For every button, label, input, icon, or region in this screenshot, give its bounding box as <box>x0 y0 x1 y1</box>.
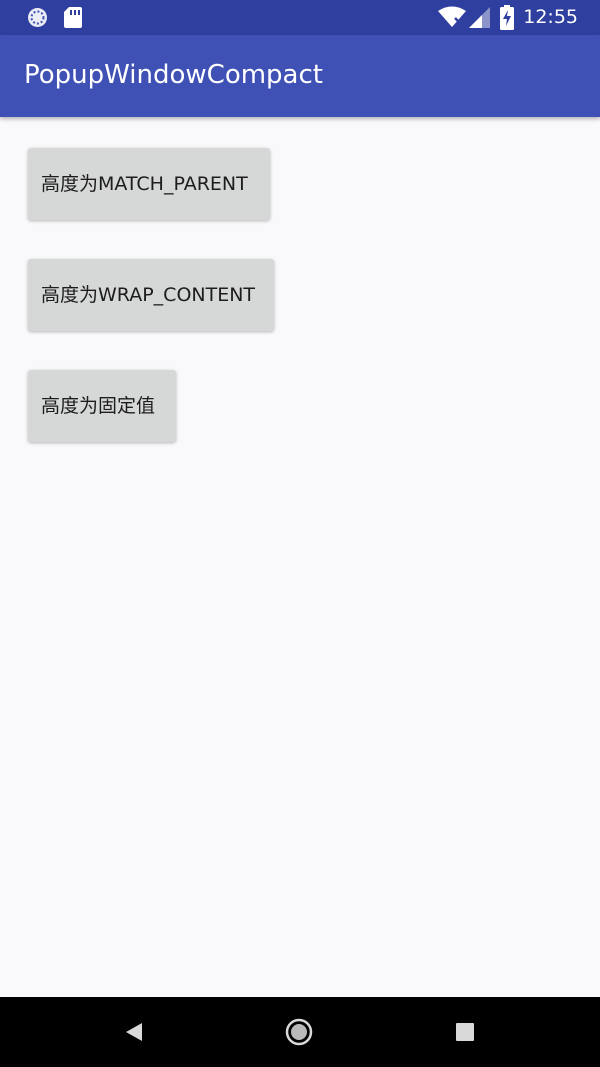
status-time: 12:55 <box>523 6 578 28</box>
app-title: PopupWindowCompact <box>24 60 323 90</box>
app-bar: PopupWindowCompact <box>0 35 600 117</box>
battery-charging-icon <box>500 5 514 30</box>
status-bar: 12:55 <box>0 0 600 35</box>
wrap-content-button[interactable]: 高度为WRAP_CONTENT <box>28 259 274 331</box>
main-content: 高度为MATCH_PARENT 高度为WRAP_CONTENT 高度为固定值 <box>0 117 600 997</box>
home-icon[interactable] <box>282 1015 316 1049</box>
fixed-height-button[interactable]: 高度为固定值 <box>28 370 176 442</box>
sync-spinner-icon <box>28 8 47 27</box>
signal-icon <box>469 7 490 28</box>
sd-card-icon <box>64 7 82 28</box>
wifi-icon <box>438 6 466 27</box>
navigation-bar <box>0 997 600 1067</box>
match-parent-button[interactable]: 高度为MATCH_PARENT <box>28 148 270 220</box>
recents-icon[interactable] <box>448 1015 482 1049</box>
back-icon[interactable] <box>118 1015 152 1049</box>
